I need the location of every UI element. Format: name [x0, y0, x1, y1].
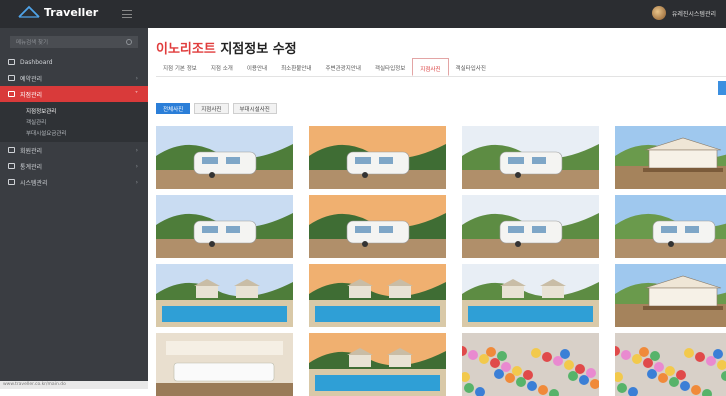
photo-thumbnail[interactable]	[156, 264, 293, 327]
photo-thumbnail[interactable]	[462, 264, 599, 327]
sidebar-item-label: 예약관리	[20, 75, 43, 83]
filter-facility[interactable]: 부대시설사진	[232, 103, 277, 114]
sidebar-submenu: 지점정보관리 객실관리 부대시설요금관리	[0, 102, 148, 142]
sidebar-item-reservation[interactable]: 예약관리 ›	[0, 70, 148, 86]
caravan-icon	[309, 195, 446, 258]
caravan-icon	[462, 126, 599, 189]
glamping-icon	[615, 264, 726, 327]
menu-toggle-icon[interactable]	[122, 10, 132, 18]
logo[interactable]: Traveller	[18, 5, 98, 19]
lounge-icon	[156, 333, 293, 396]
filter-branch[interactable]: 지점사진	[194, 103, 229, 114]
chevron-down-icon: ˅	[135, 91, 138, 98]
page-title-rest: 지점정보 수정	[220, 42, 297, 57]
status-url: www.traveller.co.kr/main.do	[0, 381, 148, 389]
reservation-icon	[8, 75, 15, 81]
sidebar-item-label: 통계관리	[20, 163, 43, 171]
photo-thumbnail[interactable]	[156, 126, 293, 189]
stats-icon	[8, 163, 15, 169]
sidebar-item-label: 회원관리	[20, 147, 43, 155]
photo-filters: 전체사진 지점사진 부대시설사진	[156, 103, 277, 114]
photo-thumbnail[interactable]	[462, 333, 599, 396]
tab-usage[interactable]: 이용안내	[240, 58, 274, 76]
dashboard-icon	[8, 59, 15, 65]
photo-thumbnail[interactable]	[615, 264, 726, 327]
photo-thumbnail[interactable]	[462, 195, 599, 258]
filter-all[interactable]: 전체사진	[156, 103, 191, 114]
sidebar-item-dashboard[interactable]: Dashboard	[0, 54, 148, 70]
playroom-icon	[462, 333, 599, 396]
tab-tourism[interactable]: 주변관광지안내	[318, 58, 367, 76]
chevron-right-icon: ›	[135, 179, 138, 186]
sidebar-subitem[interactable]: 부대시설요금관리	[0, 127, 148, 138]
sidebar-item-label: 시스템관리	[20, 179, 48, 187]
sidebar-item-member[interactable]: 회원관리 ›	[0, 142, 148, 158]
photo-thumbnail[interactable]	[462, 126, 599, 189]
tab-branch-photos[interactable]: 지점사진	[412, 58, 449, 76]
photo-thumbnail[interactable]	[615, 333, 726, 396]
photo-thumbnail[interactable]	[615, 195, 726, 258]
tab-bar: 지점 기본 정보 지점 소개 이용안내 최소환불안내 주변관광지안내 객실타입정…	[156, 58, 493, 76]
pool-icon	[156, 264, 293, 327]
pool-icon	[309, 333, 446, 396]
main-content: 이노리조트 지점정보 수정 지점 기본 정보 지점 소개 이용안내 최소환불안내…	[148, 28, 726, 396]
mountain-icon	[18, 5, 40, 18]
photo-thumbnail[interactable]	[615, 126, 726, 189]
logo-text: Traveller	[44, 5, 99, 19]
photo-thumbnail[interactable]	[156, 333, 293, 396]
page-title: 이노리조트 지점정보 수정	[156, 38, 297, 57]
tab-divider	[156, 76, 726, 77]
sidebar-item-label: Dashboard	[20, 58, 53, 66]
sidebar-subitem[interactable]: 지점정보관리	[0, 105, 148, 116]
page-title-accent: 이노리조트	[156, 42, 216, 57]
system-icon	[8, 179, 15, 185]
photo-thumbnail[interactable]	[309, 195, 446, 258]
top-bar: Traveller 유레진시스템관리	[0, 0, 726, 28]
tab-intro[interactable]: 지점 소개	[204, 58, 240, 76]
photo-thumbnail[interactable]	[309, 126, 446, 189]
sidebar-item-system[interactable]: 시스템관리 ›	[0, 174, 148, 190]
search-placeholder: 메뉴검색 찾기	[16, 40, 49, 46]
search-icon[interactable]	[126, 39, 132, 45]
photo-thumbnail[interactable]	[309, 333, 446, 396]
sidebar-search[interactable]: 메뉴검색 찾기	[10, 36, 138, 48]
tab-room-photos[interactable]: 객실타입사진	[449, 58, 493, 76]
sidebar: 메뉴검색 찾기 Dashboard 예약관리 › 지점관리 ˅ 지점정보관리 객…	[0, 28, 148, 389]
playroom-icon	[615, 333, 726, 396]
photo-thumbnail[interactable]	[309, 264, 446, 327]
user-name: 유레진시스템관리	[671, 10, 716, 18]
user-menu[interactable]: 유레진시스템관리	[651, 6, 716, 20]
sidebar-item-label: 지점관리	[20, 91, 43, 99]
member-icon	[8, 147, 15, 153]
glamping-icon	[615, 126, 726, 189]
sidebar-item-branch[interactable]: 지점관리 ˅	[0, 86, 148, 102]
caravan-icon	[309, 126, 446, 189]
save-button[interactable]	[718, 81, 726, 95]
chevron-right-icon: ›	[135, 147, 138, 154]
tab-room-type[interactable]: 객실타입정보	[368, 58, 412, 76]
sidebar-subitem[interactable]: 객실관리	[0, 116, 148, 127]
photo-thumbnail[interactable]	[156, 195, 293, 258]
tab-refund[interactable]: 최소환불안내	[274, 58, 318, 76]
caravan-icon	[615, 195, 726, 258]
pool-icon	[309, 264, 446, 327]
avatar	[651, 6, 666, 20]
pool-icon	[462, 264, 599, 327]
sidebar-item-stats[interactable]: 통계관리 ›	[0, 158, 148, 174]
chevron-right-icon: ›	[135, 75, 138, 82]
caravan-icon	[462, 195, 599, 258]
caravan-icon	[156, 126, 293, 189]
branch-icon	[8, 91, 15, 97]
caravan-icon	[156, 195, 293, 258]
tab-basic-info[interactable]: 지점 기본 정보	[156, 58, 204, 76]
chevron-right-icon: ›	[135, 163, 138, 170]
